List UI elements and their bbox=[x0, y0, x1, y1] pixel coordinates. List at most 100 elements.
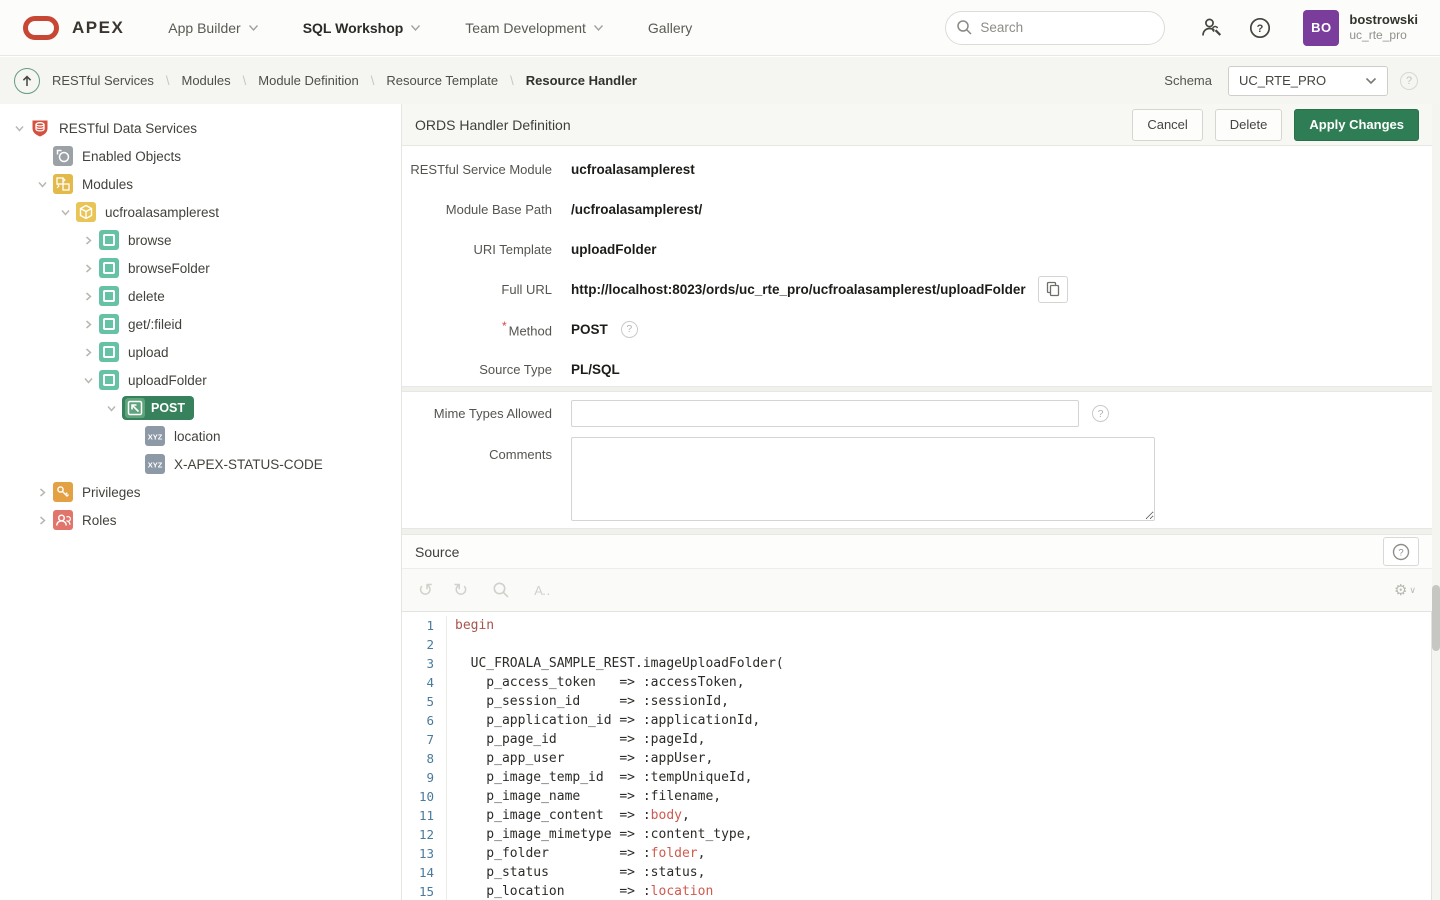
breadcrumb-item[interactable]: RESTful Services bbox=[52, 73, 154, 88]
tree-node-location[interactable]: XYZlocation bbox=[0, 422, 401, 450]
tree-node-privileges[interactable]: Privileges bbox=[0, 478, 401, 506]
tree-node-label: Privileges bbox=[82, 485, 141, 500]
tree-node-browsefolder[interactable]: browseFolder bbox=[0, 254, 401, 282]
tree-node-post[interactable]: POST bbox=[0, 394, 401, 422]
breadcrumb-separator: \ bbox=[166, 73, 170, 88]
tree-node-label: delete bbox=[128, 289, 165, 304]
source-code-editor[interactable]: 1begin23 UC_FROALA_SAMPLE_REST.imageUplo… bbox=[402, 612, 1432, 900]
code-text: p_app_user => :appUser, bbox=[446, 749, 1431, 768]
breadcrumb-separator: \ bbox=[510, 73, 514, 88]
tree-node-delete[interactable]: delete bbox=[0, 282, 401, 310]
form-row: URI Template uploadFolder bbox=[402, 229, 1432, 269]
tree-node-label: upload bbox=[128, 345, 169, 360]
tree-node-label: browse bbox=[128, 233, 172, 248]
line-number: 3 bbox=[402, 654, 446, 673]
apply-changes-button[interactable]: Apply Changes bbox=[1294, 109, 1419, 141]
top-header: APEX App BuilderSQL WorkshopTeam Develop… bbox=[0, 0, 1440, 56]
tree-node-x-apex-status-code[interactable]: XYZX-APEX-STATUS-CODE bbox=[0, 450, 401, 478]
line-number: 2 bbox=[402, 635, 446, 654]
editor-settings-menu[interactable]: ⚙ ∨ bbox=[1394, 581, 1416, 599]
nav-item-sql-workshop[interactable]: SQL Workshop bbox=[285, 0, 440, 56]
nav-item-app-builder[interactable]: App Builder bbox=[150, 0, 276, 56]
tree-expander-right-icon[interactable] bbox=[31, 515, 53, 526]
comments-textarea[interactable] bbox=[571, 437, 1155, 521]
code-line: 15 p_location => :location bbox=[402, 882, 1431, 900]
code-text: p_image_content => :body, bbox=[446, 806, 1431, 825]
up-level-button[interactable] bbox=[14, 68, 40, 94]
tree-expander-right-icon[interactable] bbox=[77, 235, 99, 246]
tree-expander-right-icon[interactable] bbox=[77, 347, 99, 358]
section-divider bbox=[402, 528, 1432, 535]
tree-expander-down-icon[interactable] bbox=[77, 375, 99, 386]
tree-node-uploadfolder[interactable]: uploadFolder bbox=[0, 366, 401, 394]
tree-node-modules[interactable]: Modules bbox=[0, 170, 401, 198]
line-number: 12 bbox=[402, 825, 446, 844]
delete-button[interactable]: Delete bbox=[1215, 109, 1283, 141]
tree-node-label: RESTful Data Services bbox=[59, 121, 197, 136]
tree-expander-right-icon[interactable] bbox=[31, 487, 53, 498]
nav-item-label: Gallery bbox=[648, 20, 692, 36]
code-text: p_session_id => :sessionId, bbox=[446, 692, 1431, 711]
tree-node-label: ucfroalasamplerest bbox=[105, 205, 219, 220]
tree-node-roles[interactable]: Roles bbox=[0, 506, 401, 534]
svg-text:XYZ: XYZ bbox=[148, 461, 163, 470]
tree-expander-down-icon[interactable] bbox=[31, 179, 53, 190]
form-row: RESTful Service Moduleucfroalasamplerest bbox=[402, 149, 1432, 189]
cancel-button[interactable]: Cancel bbox=[1132, 109, 1202, 141]
field-label: Module Base Path bbox=[402, 202, 552, 217]
tree-expander-down-icon[interactable] bbox=[54, 207, 76, 218]
tree-expander-right-icon[interactable] bbox=[77, 263, 99, 274]
tree-node-ucfroalasamplerest[interactable]: ucfroalasamplerest bbox=[0, 198, 401, 226]
undo-icon[interactable]: ↺ bbox=[418, 581, 433, 599]
restful-services-tree: RESTful Data Services Enabled ObjectsModu… bbox=[0, 104, 402, 900]
tree-expander-down-icon[interactable] bbox=[100, 403, 122, 414]
user-avatar[interactable]: BO bbox=[1303, 10, 1339, 46]
search-input[interactable] bbox=[945, 11, 1165, 45]
font-size-icon[interactable]: A‥ bbox=[534, 584, 549, 597]
nav-item-gallery[interactable]: Gallery bbox=[630, 0, 710, 56]
tree-node-browse[interactable]: browse bbox=[0, 226, 401, 254]
field-value: ucfroalasamplerest bbox=[571, 162, 695, 177]
field-value: http://localhost:8023/ords/uc_rte_pro/uc… bbox=[571, 276, 1068, 303]
admin-tools-icon[interactable] bbox=[1197, 13, 1227, 43]
breadcrumb-item[interactable]: Resource Template bbox=[386, 73, 498, 88]
line-number: 14 bbox=[402, 863, 446, 882]
ords-handler-panel: ORDS Handler Definition Cancel Delete Ap… bbox=[402, 104, 1432, 900]
field-label: URI Template bbox=[402, 242, 552, 257]
breadcrumb-item[interactable]: Modules bbox=[182, 73, 231, 88]
line-number: 7 bbox=[402, 730, 446, 749]
comments-label: Comments bbox=[402, 437, 552, 462]
tree-expander-down-icon[interactable] bbox=[8, 123, 30, 134]
breadcrumb-item: Resource Handler bbox=[526, 73, 637, 88]
page-scrollbar[interactable] bbox=[1432, 585, 1440, 651]
handler-definition-form: RESTful Service Moduleucfroalasamplerest… bbox=[402, 146, 1432, 386]
tree-node-enabled-objects[interactable]: Enabled Objects bbox=[0, 142, 401, 170]
find-icon[interactable] bbox=[492, 581, 510, 599]
tree-node-get-fileid[interactable]: get/:fileid bbox=[0, 310, 401, 338]
tree-node-restful-data-services[interactable]: RESTful Data Services bbox=[0, 114, 401, 142]
breadcrumb-item[interactable]: Module Definition bbox=[258, 73, 358, 88]
mime-types-help-icon[interactable]: ? bbox=[1092, 405, 1109, 422]
field-value: uploadFolder bbox=[571, 242, 657, 257]
code-line: 12 p_image_mimetype => :content_type, bbox=[402, 825, 1431, 844]
line-number: 11 bbox=[402, 806, 446, 825]
redo-icon[interactable]: ↻ bbox=[453, 581, 468, 599]
field-help-icon[interactable]: ? bbox=[621, 321, 638, 338]
template-icon bbox=[99, 370, 119, 390]
apex-logo[interactable]: APEX bbox=[0, 14, 150, 42]
template-icon bbox=[99, 258, 119, 278]
source-help-button[interactable]: ? bbox=[1383, 537, 1419, 566]
nav-item-team-development[interactable]: Team Development bbox=[447, 0, 622, 56]
schema-help-icon[interactable]: ? bbox=[1400, 72, 1418, 90]
user-workspace: uc_rte_pro bbox=[1349, 28, 1418, 43]
mime-types-input[interactable] bbox=[571, 400, 1079, 427]
schema-select[interactable]: UC_RTE_PRO bbox=[1228, 66, 1388, 96]
tree-node-upload[interactable]: upload bbox=[0, 338, 401, 366]
tree-expander-right-icon[interactable] bbox=[77, 319, 99, 330]
code-text: p_image_temp_id => :tempUniqueId, bbox=[446, 768, 1431, 787]
copy-url-button[interactable] bbox=[1038, 276, 1068, 303]
breadcrumb: RESTful Services \ Modules \ Module Definiti… bbox=[52, 73, 637, 88]
help-icon[interactable]: ? bbox=[1245, 13, 1275, 43]
breadcrumb-separator: \ bbox=[243, 73, 247, 88]
tree-expander-right-icon[interactable] bbox=[77, 291, 99, 302]
